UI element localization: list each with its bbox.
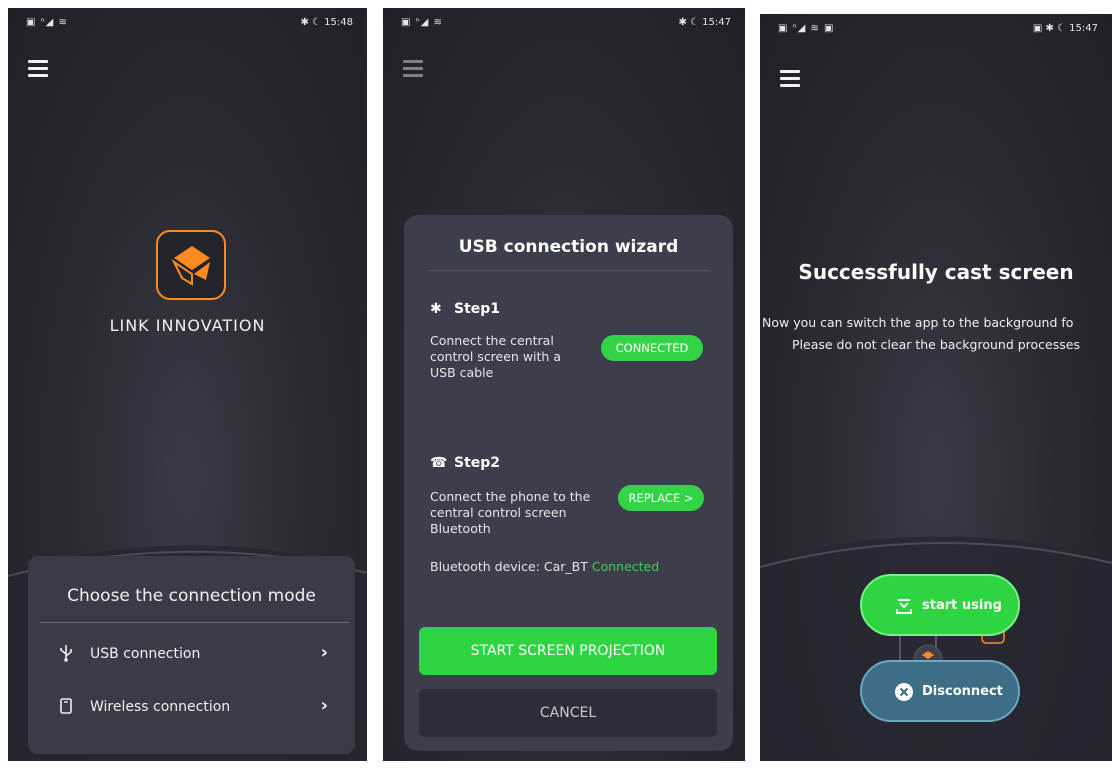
replace-button[interactable]: REPLACE >: [618, 485, 704, 511]
cast-success-screen: ▣ ⁿ◢ ≋ ▣ ▣ ✱ ☾ 15:47 Successfully cast s…: [760, 14, 1112, 761]
chevron-right-icon: ›: [320, 695, 328, 716]
app-logo: [156, 230, 226, 300]
status-bar: ▣ ⁿ◢ ≋ ✱ ☾ 15:47: [383, 8, 745, 38]
usb-wizard-dialog: USB connection wizard ✱ Step1 Connect the…: [404, 215, 733, 751]
menu-icon[interactable]: [403, 60, 423, 77]
message-line-2: Please do not clear the background proce…: [792, 337, 1080, 352]
status-right: ✱ ☾ 15:48: [300, 17, 353, 28]
status-right: ✱ ☾ 15:47: [678, 17, 731, 28]
disconnect-button[interactable]: Disconnect: [860, 660, 1020, 722]
bluetooth-device-line: Bluetooth device: Car_BT Connected: [430, 559, 660, 574]
logo-icon: [171, 246, 210, 286]
menu-icon[interactable]: [780, 70, 800, 87]
status-bar: ▣ ⁿ◢ ≋ ▣ ▣ ✱ ☾ 15:47: [760, 14, 1112, 44]
connected-status-pill: CONNECTED: [601, 335, 703, 361]
phone-icon: [60, 698, 72, 714]
usb-connection-label: USB connection: [90, 646, 201, 662]
status-left: ▣ ⁿ◢ ≋: [26, 17, 68, 28]
wireless-connection-label: Wireless connection: [90, 699, 231, 715]
success-message: Now you can switch the app to the backgr…: [760, 312, 1112, 356]
chevron-right-icon: ›: [320, 642, 328, 663]
bluetooth-icon: ✱: [430, 301, 442, 317]
phone-wave-icon: ☎: [430, 455, 448, 471]
message-line-1: Now you can switch the app to the backgr…: [762, 315, 1074, 330]
bluetooth-status: Connected: [591, 559, 660, 574]
status-right: ▣ ✱ ☾ 15:47: [1032, 23, 1098, 34]
divider: [40, 622, 349, 623]
status-left: ▣ ⁿ◢ ≋: [401, 17, 443, 28]
start-using-button[interactable]: start using: [860, 574, 1020, 636]
success-title: Successfully cast screen: [798, 260, 1074, 284]
step2-heading: ☎ Step2: [430, 455, 501, 471]
usb-icon: [60, 645, 72, 662]
close-circle-icon: [895, 683, 913, 701]
start-using-label: start using: [922, 598, 1002, 613]
brand-name: LINK INNOVATION: [109, 316, 266, 335]
connection-mode-screen: ▣ ⁿ◢ ≋ ✱ ☾ 15:48 LINK INNOVATION Choose …: [8, 8, 367, 761]
sheet-title: Choose the connection mode: [67, 586, 316, 606]
start-projection-button[interactable]: START SCREEN PROJECTION: [419, 627, 717, 675]
disconnect-label: Disconnect: [922, 684, 1003, 699]
step1-heading: ✱ Step1: [430, 301, 501, 317]
usb-connection-option[interactable]: USB connection ›: [48, 636, 338, 672]
status-bar: ▣ ⁿ◢ ≋ ✱ ☾ 15:48: [8, 8, 367, 38]
download-icon: [896, 599, 912, 614]
menu-icon[interactable]: [28, 60, 48, 77]
dialog-title: USB connection wizard: [458, 237, 679, 257]
divider: [428, 270, 709, 271]
step1-description: Connect the central control screen with …: [430, 333, 561, 380]
usb-wizard-screen: ▣ ⁿ◢ ≋ ✱ ☾ 15:47 USB connection wizard ✱…: [383, 8, 745, 761]
cancel-button[interactable]: CANCEL: [419, 689, 717, 737]
status-left: ▣ ⁿ◢ ≋ ▣: [778, 23, 835, 34]
step2-description: Connect the phone to the central control…: [430, 489, 591, 536]
wireless-connection-option[interactable]: Wireless connection ›: [48, 689, 338, 725]
